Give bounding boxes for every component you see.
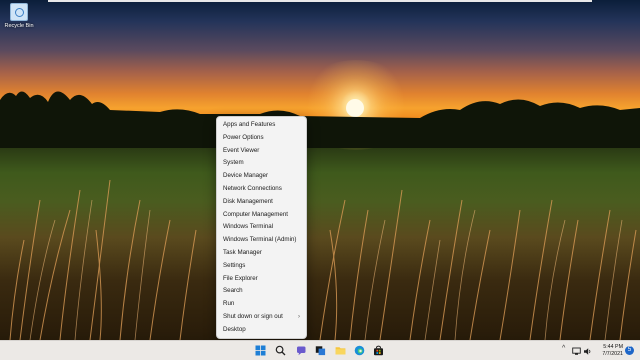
menu-item-desktop[interactable]: Desktop	[217, 324, 306, 337]
menu-item-disk-management[interactable]: Disk Management	[217, 196, 306, 209]
file-explorer-icon[interactable]	[335, 345, 346, 356]
menu-item-label: Event Viewer	[223, 146, 260, 154]
menu-item-label: Run	[223, 300, 235, 308]
menu-item-label: Windows Terminal (Admin)	[223, 236, 297, 244]
menu-item-device-manager[interactable]: Device Manager	[217, 170, 306, 183]
tray-overflow-chevron-icon[interactable]: ^	[562, 345, 565, 360]
menu-item-label: Settings	[223, 261, 246, 269]
menu-item-shut-down-or-sign-out[interactable]: Shut down or sign out ›	[217, 311, 306, 324]
network-icon[interactable]	[572, 347, 581, 356]
menu-item-settings[interactable]: Settings	[217, 260, 306, 273]
menu-item-label: Search	[223, 287, 243, 295]
recycle-bin-label: Recycle Bin	[4, 23, 34, 29]
menu-item-label: Network Connections	[223, 184, 282, 192]
menu-item-power-options[interactable]: Power Options	[217, 132, 306, 145]
menu-item-label: Device Manager	[223, 172, 269, 180]
menu-item-network-connections[interactable]: Network Connections	[217, 183, 306, 196]
menu-item-label: Computer Management	[223, 210, 289, 218]
menu-item-label: Desktop	[223, 325, 246, 333]
search-icon[interactable]	[275, 345, 286, 356]
menu-item-file-explorer[interactable]: File Explorer	[217, 273, 306, 286]
store-icon[interactable]	[373, 345, 384, 356]
menu-item-computer-management[interactable]: Computer Management	[217, 209, 306, 222]
menu-item-task-manager[interactable]: Task Manager	[217, 247, 306, 260]
menu-item-label: File Explorer	[223, 274, 258, 282]
menu-item-label: Task Manager	[223, 248, 262, 256]
winx-context-menu: Apps and Features Power Options Event Vi…	[216, 116, 307, 339]
volume-icon[interactable]	[583, 347, 592, 356]
menu-item-label: Shut down or sign out	[223, 312, 283, 320]
edge-icon[interactable]	[354, 345, 365, 356]
chat-icon[interactable]	[296, 345, 307, 356]
menu-item-windows-terminal-admin[interactable]: Windows Terminal (Admin)	[217, 234, 306, 247]
recycle-bin-icon	[10, 3, 28, 21]
menu-item-system[interactable]: System	[217, 157, 306, 170]
menu-item-search[interactable]: Search	[217, 285, 306, 298]
window-edge	[48, 0, 592, 2]
menu-item-run[interactable]: Run	[217, 298, 306, 311]
clock[interactable]: 5:44 PM 7/7/2021	[597, 344, 623, 357]
treeline	[0, 91, 640, 148]
menu-item-label: System	[223, 159, 244, 167]
wheat-grass	[9, 179, 637, 340]
notification-badge[interactable]: 5	[625, 346, 634, 355]
menu-item-label: Power Options	[223, 133, 264, 141]
recycle-bin-shortcut[interactable]: Recycle Bin	[2, 3, 36, 29]
menu-item-label: Apps and Features	[223, 121, 276, 128]
desktop[interactable]: Recycle Bin Apps and Features Power Opti…	[0, 0, 640, 360]
menu-item-windows-terminal[interactable]: Windows Terminal	[217, 221, 306, 234]
clock-date: 7/7/2021	[602, 350, 623, 357]
start-icon[interactable]	[255, 345, 266, 356]
menu-item-label: Disk Management	[223, 197, 273, 205]
taskbar: ^ 5:44 PM 7/7/2021 5	[0, 340, 640, 360]
menu-item-apps-and-features[interactable]: Apps and Features	[217, 119, 306, 132]
menu-item-event-viewer[interactable]: Event Viewer	[217, 145, 306, 158]
submenu-chevron-icon: ›	[298, 313, 300, 320]
task-view-icon[interactable]	[315, 345, 326, 356]
menu-item-label: Windows Terminal	[223, 223, 274, 231]
